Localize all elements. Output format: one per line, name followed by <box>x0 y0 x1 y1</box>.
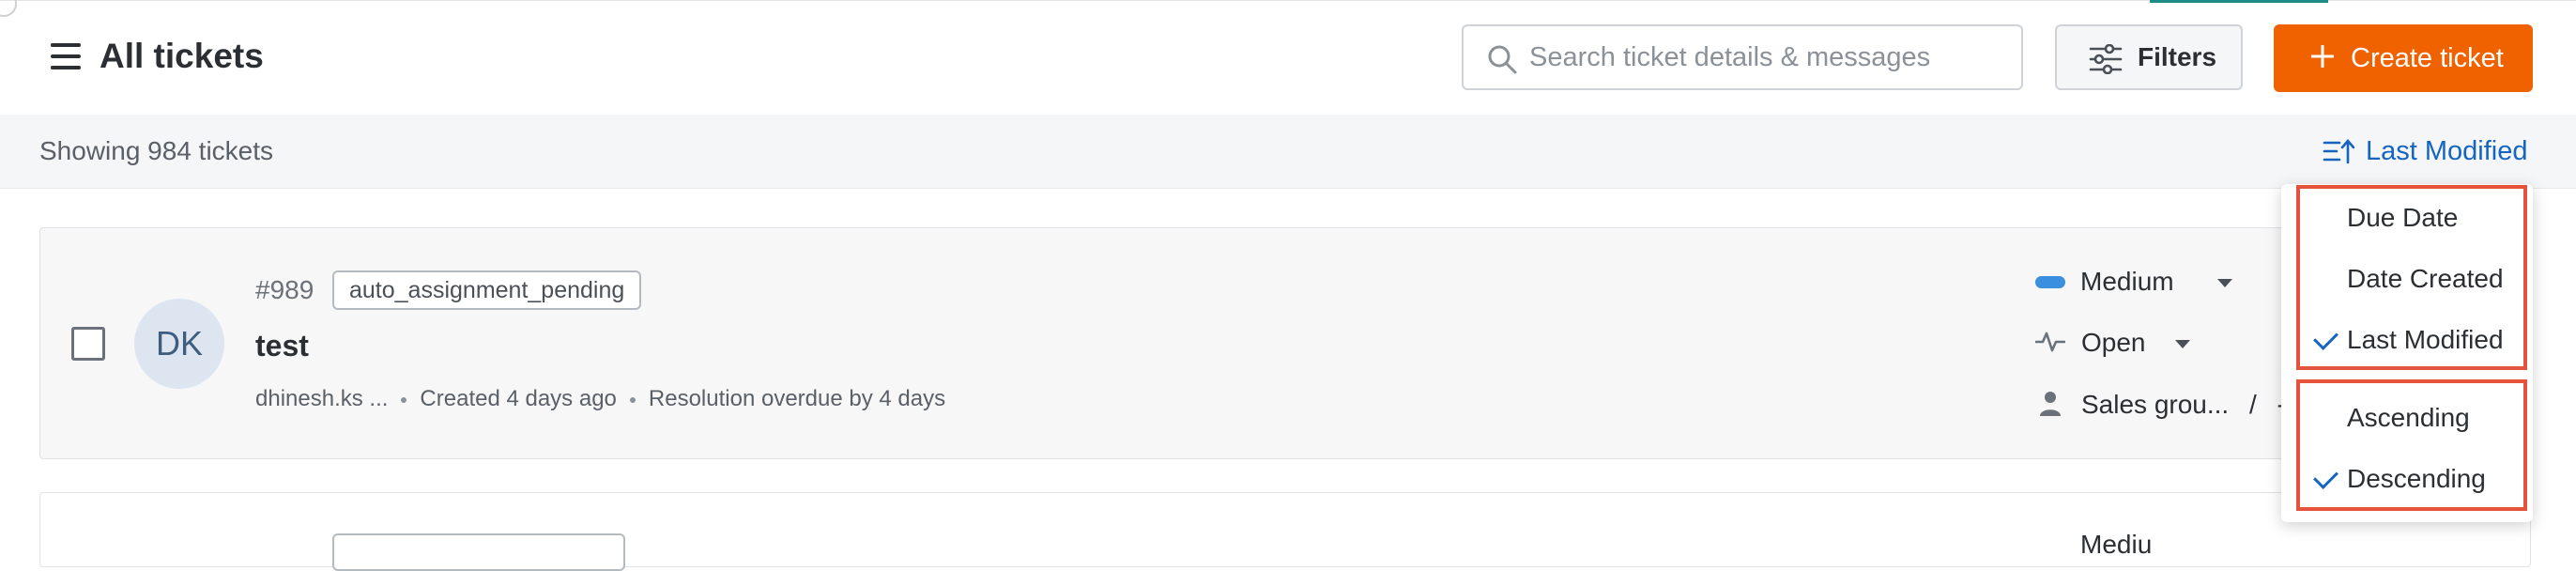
hamburger-icon[interactable] <box>51 43 81 69</box>
results-bar: Showing 984 tickets <box>0 115 2576 189</box>
ticket-checkbox[interactable] <box>71 327 105 361</box>
create-ticket-button[interactable]: Create ticket <box>2274 24 2533 92</box>
chevron-down-icon <box>2217 279 2232 287</box>
ticket-resolution: Resolution overdue by 4 days <box>648 386 946 411</box>
group-assignment[interactable]: Sales grou... / -- <box>2081 388 2294 422</box>
ticket-title[interactable]: test <box>255 327 309 364</box>
separator-dot <box>629 396 636 403</box>
highlight-sort-orders <box>2296 379 2527 511</box>
filters-button[interactable]: Filters <box>2055 24 2243 90</box>
group-separator: / <box>2248 390 2257 419</box>
highlight-sort-fields <box>2296 185 2527 370</box>
priority-dropdown[interactable]: Medium <box>2080 265 2240 299</box>
status-label: Open <box>2081 328 2146 357</box>
avatar: DK <box>134 299 224 389</box>
person-icon <box>2040 392 2061 416</box>
filters-label: Filters <box>2138 42 2217 71</box>
active-indicator <box>2150 0 2328 3</box>
search-input[interactable]: Search ticket details & messages <box>1462 24 2023 90</box>
sort-label: Last Modified <box>2366 136 2528 166</box>
ticket-id: #989 <box>255 275 314 304</box>
search-placeholder: Search ticket details & messages <box>1529 42 1931 72</box>
priority-label[interactable]: Mediu <box>2080 528 2152 562</box>
separator-dot <box>401 396 407 403</box>
ticket-tag <box>332 533 625 571</box>
filters-icon <box>2089 44 2123 74</box>
ticket-count: Showing 984 tickets <box>39 136 274 165</box>
chevron-down-icon <box>2175 340 2190 348</box>
create-ticket-label: Create ticket <box>2351 43 2504 73</box>
page-title: All tickets <box>100 37 264 75</box>
activity-icon <box>2035 332 2065 352</box>
group-name: Sales grou... <box>2081 390 2230 419</box>
plus-icon <box>2311 45 2334 68</box>
search-icon <box>1488 45 1517 74</box>
sort-button[interactable]: Last Modified <box>2323 127 2538 176</box>
ticket-meta: dhinesh.ks ... Created 4 days ago Resoluti… <box>255 385 945 413</box>
ticket-tag: auto_assignment_pending <box>332 270 642 310</box>
sort-icon <box>2323 139 2354 164</box>
ticket-created: Created 4 days ago <box>420 386 617 411</box>
ticket-requester[interactable]: dhinesh.ks ... <box>255 386 388 411</box>
status-dropdown[interactable]: Open <box>2081 326 2203 360</box>
priority-label: Medium <box>2080 267 2174 296</box>
priority-indicator-icon <box>2035 276 2065 288</box>
